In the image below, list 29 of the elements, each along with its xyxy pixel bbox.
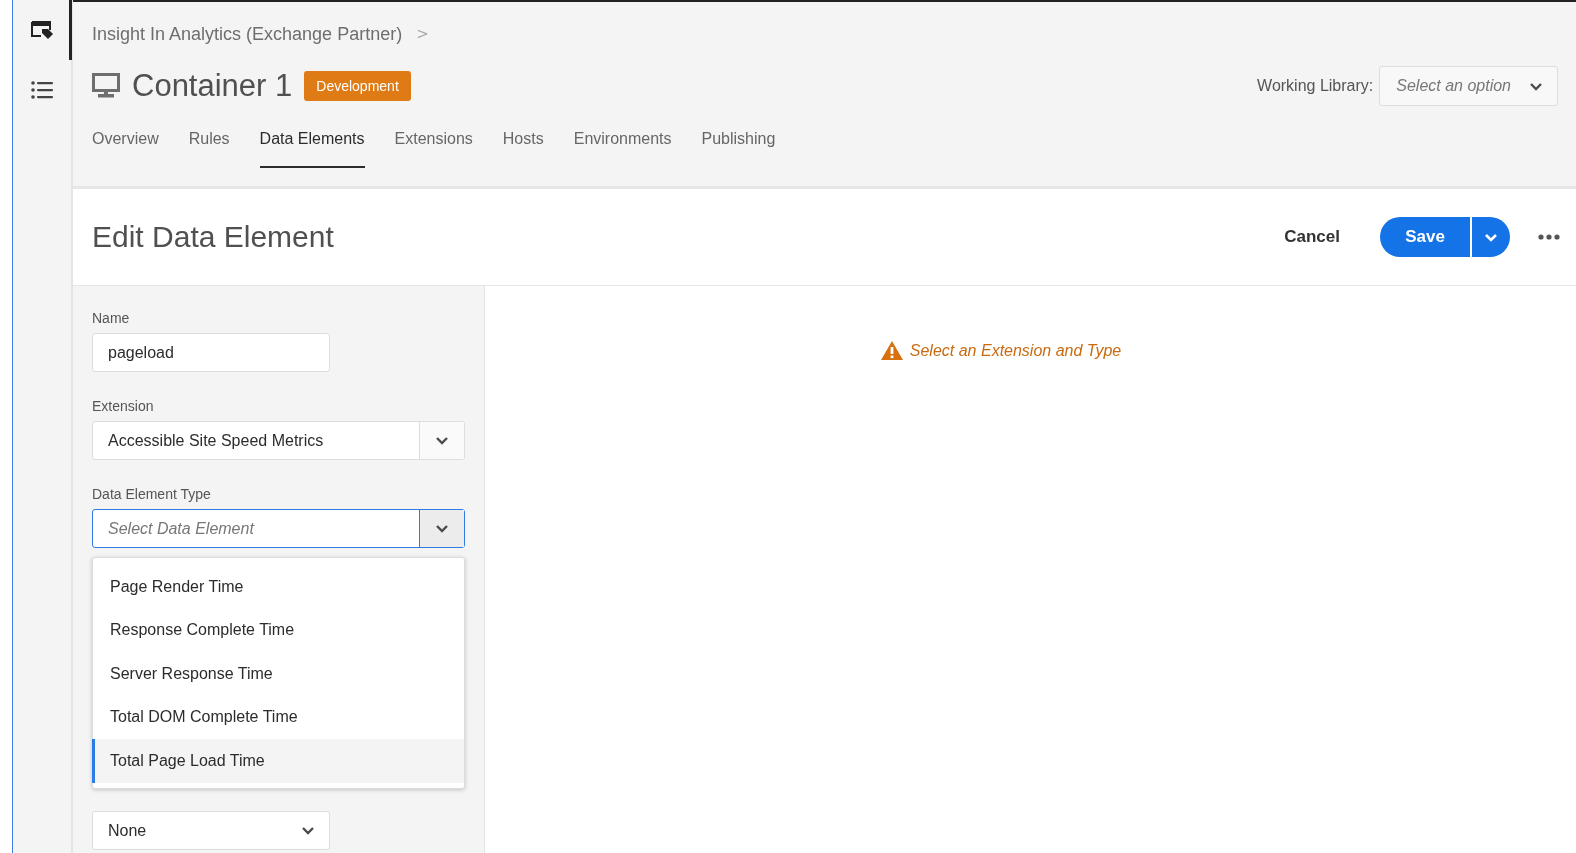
menu-item[interactable]: Server Response Time — [92, 652, 464, 696]
data-element-type-select[interactable]: Select Data Element — [92, 509, 465, 548]
tab[interactable]: Rules — [188, 122, 230, 168]
breadcrumb-link[interactable]: Insight In Analytics (Exchange Partner) — [92, 23, 403, 45]
tab[interactable]: Hosts — [502, 122, 544, 168]
working-library-select[interactable]: Select an option — [1379, 66, 1558, 106]
menu-item[interactable]: Total DOM Complete Time — [92, 695, 464, 739]
tab[interactable]: Extensions — [394, 122, 473, 168]
warning-message: Select an Extension and Type — [909, 341, 1122, 360]
tab[interactable]: Environments — [573, 122, 672, 168]
tab[interactable]: Overview — [92, 122, 159, 168]
environment-badge: Development — [304, 71, 411, 101]
tab[interactable]: Publishing — [701, 122, 776, 168]
menu-item[interactable]: Page Render Time — [92, 565, 464, 609]
menu-item[interactable]: Response Complete Time — [92, 608, 464, 652]
select-field[interactable]: None — [92, 811, 330, 850]
field-label: Data Element Type — [92, 486, 211, 502]
menu-item[interactable]: Total Page Load Time — [92, 739, 464, 783]
field-label: Extension — [92, 398, 154, 414]
cancel-button[interactable]: Cancel — [1278, 226, 1346, 248]
editor-title: Edit Data Element — [92, 220, 334, 254]
extension-select[interactable]: Accessible Site Speed Metrics — [92, 421, 465, 460]
breadcrumb-separator: > — [416, 25, 429, 43]
name-input[interactable]: pageload — [92, 333, 330, 372]
field-label: Name — [92, 310, 130, 326]
tab[interactable]: Data Elements — [259, 122, 365, 168]
container-title: Container 1 — [132, 68, 293, 104]
save-button[interactable]: Save — [1380, 217, 1470, 257]
working-library-label: Working Library: — [1257, 77, 1374, 95]
